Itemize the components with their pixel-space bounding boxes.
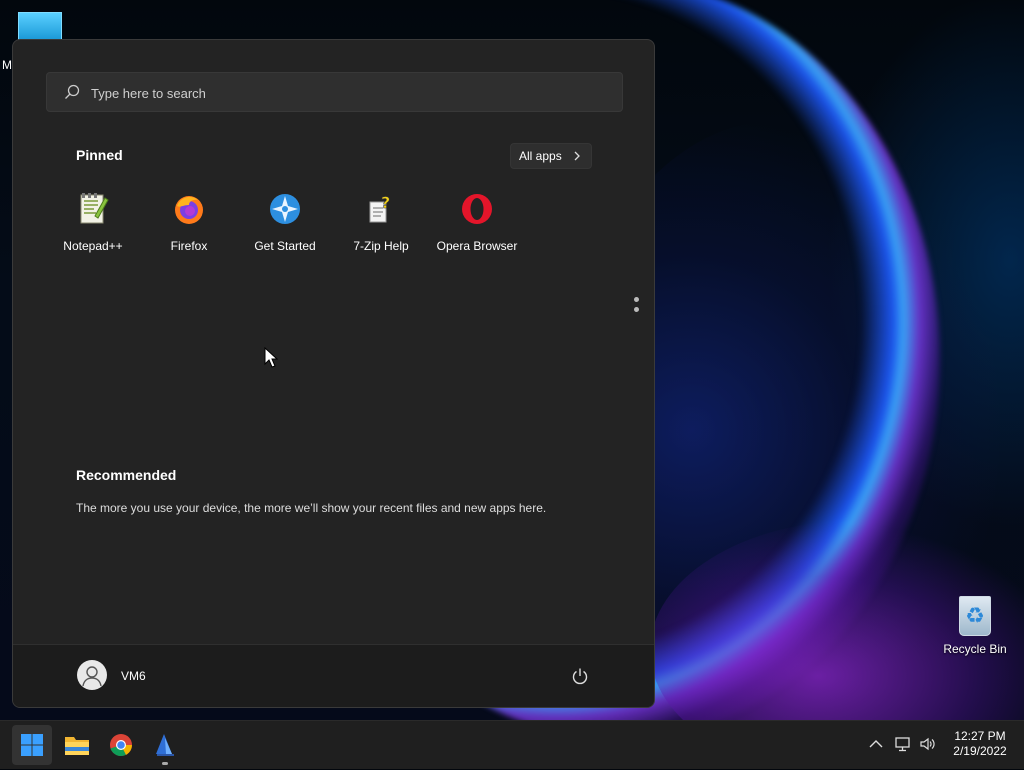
app-sail-icon	[156, 734, 174, 756]
start-footer: VM6	[13, 644, 654, 707]
start-button[interactable]	[12, 725, 52, 765]
chevron-up-icon[interactable]	[867, 735, 885, 753]
taskbar: 12:27 PM 2/19/2022	[0, 720, 1024, 769]
volume-icon[interactable]	[919, 735, 937, 753]
pinned-app-label: Notepad++	[63, 239, 123, 253]
clock-time: 12:27 PM	[954, 729, 1006, 743]
page-dot	[634, 307, 639, 312]
pinned-app-opera[interactable]: Opera Browser	[429, 188, 525, 253]
page-dot	[634, 297, 639, 302]
network-icon[interactable]	[894, 735, 912, 753]
all-apps-label: All apps	[519, 149, 562, 163]
help-file-icon: ?	[369, 193, 391, 223]
clock-date: 2/19/2022	[953, 744, 1007, 758]
search-box[interactable]	[46, 72, 623, 113]
pinned-app-label: Opera Browser	[436, 239, 518, 253]
pinned-app-label: Get Started	[254, 239, 316, 253]
all-apps-button[interactable]: All apps	[510, 143, 592, 169]
recycle-bin-icon: ♻	[959, 596, 991, 636]
pinned-app-label: 7-Zip Help	[353, 239, 409, 253]
recommended-empty-text: The more you use your device, the more w…	[76, 501, 547, 515]
pinned-app-7zip-help[interactable]: ? 7-Zip Help	[333, 188, 429, 253]
folder-icon	[65, 737, 89, 755]
pinned-app-button[interactable]	[145, 725, 185, 765]
pinned-app-get-started[interactable]: Get Started	[237, 188, 333, 253]
mouse-cursor-icon	[264, 347, 278, 368]
search-input[interactable]	[89, 73, 613, 113]
recycle-bin-label: Recycle Bin	[943, 642, 1007, 656]
desktop-shortcut-label: M	[2, 58, 12, 72]
get-started-icon	[270, 194, 300, 224]
user-avatar-icon[interactable]	[77, 660, 107, 690]
desktop-shortcut-icon[interactable]	[18, 12, 62, 40]
pinned-app-firefox[interactable]: Firefox	[141, 188, 237, 253]
chrome-button[interactable]	[101, 725, 141, 765]
recommended-title: Recommended	[76, 467, 177, 483]
firefox-icon	[175, 196, 203, 224]
power-icon[interactable]	[570, 666, 590, 686]
pinned-app-label: Firefox	[170, 239, 208, 253]
start-menu: Pinned All apps Notepad++ Firefox	[12, 39, 655, 708]
file-explorer-button[interactable]	[57, 725, 97, 765]
search-icon	[65, 84, 80, 99]
pinned-page-indicator[interactable]	[634, 297, 639, 317]
opera-icon	[462, 194, 492, 224]
pinned-title: Pinned	[76, 147, 123, 163]
clock[interactable]: 12:27 PM 2/19/2022	[940, 729, 1020, 759]
svg-text:?: ?	[381, 193, 390, 212]
user-name[interactable]: VM6	[121, 669, 146, 683]
notepad-plus-plus-icon	[80, 193, 109, 224]
chevron-right-icon	[574, 151, 580, 161]
chrome-icon	[110, 734, 132, 757]
pinned-app-notepad-plus-plus[interactable]: Notepad++	[45, 188, 141, 253]
windows-start-icon	[21, 734, 43, 756]
running-indicator	[162, 762, 168, 765]
recycle-bin[interactable]: ♻ Recycle Bin	[940, 596, 1010, 656]
